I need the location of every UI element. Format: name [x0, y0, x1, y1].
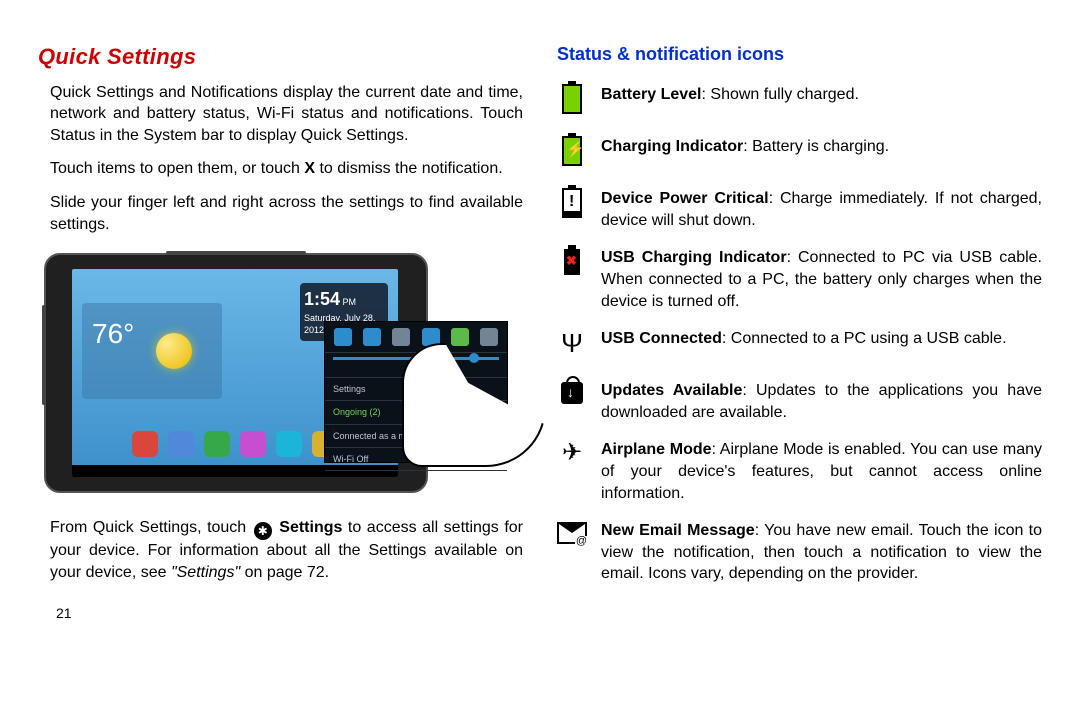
qs-p4-a: From Quick Settings, touch: [50, 519, 252, 536]
gear-icon: ✱: [254, 522, 272, 540]
status-icon-row: New Email Message: You have new email. T…: [557, 520, 1042, 585]
icon-text: : Battery is charging.: [743, 138, 889, 155]
heading-status-icons: Status & notification icons: [557, 42, 1042, 66]
status-icon-list: Battery Level: Shown fully charged. Char…: [557, 84, 1042, 585]
status-icon-row: ! Device Power Critical: Charge immediat…: [557, 188, 1042, 231]
battery-full-icon: [557, 84, 587, 120]
qs-p2-c: to dismiss the notification.: [315, 160, 503, 177]
dock-icon: [132, 431, 158, 457]
icon-label: Battery Level: [601, 86, 702, 103]
status-icon-row: Ψ USB Connected: Connected to a PC using…: [557, 328, 1042, 364]
status-icon-desc: USB Connected: Connected to a PC using a…: [601, 328, 1042, 350]
status-icon-desc: Airplane Mode: Airplane Mode is enabled.…: [601, 439, 1042, 504]
clock-time: 1:54: [304, 289, 340, 309]
icon-label: Charging Indicator: [601, 138, 743, 155]
usb-icon: Ψ: [557, 328, 587, 364]
status-icon-desc: Battery Level: Shown fully charged.: [601, 84, 1042, 106]
tablet-figure: 1:54 PM Saturday, July 28, 2012: [44, 253, 464, 503]
status-icon-row: Updates Available: Updates to the applic…: [557, 380, 1042, 423]
battery-charging-icon: [557, 136, 587, 172]
icon-label: Device Power Critical: [601, 190, 769, 207]
updates-bag-icon: [557, 380, 587, 416]
dock-icon: [168, 431, 194, 457]
icon-label: USB Charging Indicator: [601, 249, 787, 266]
battery-critical-icon: !: [557, 188, 587, 224]
qs-paragraph-4: From Quick Settings, touch ✱ Settings to…: [50, 517, 523, 583]
dock-icon: [276, 431, 302, 457]
qs-p2-x: X: [304, 160, 315, 177]
qs-paragraph-3: Slide your finger left and right across …: [50, 192, 523, 235]
status-icon-desc: Charging Indicator: Battery is charging.: [601, 136, 1042, 158]
battery-usb-x-icon: [557, 247, 587, 283]
power-toggle-icon: [451, 328, 469, 346]
qs-p2-a: Touch items to open them, or touch: [50, 160, 304, 177]
heading-quick-settings: Quick Settings: [38, 42, 523, 72]
status-icon-row: ✈ Airplane Mode: Airplane Mode is enable…: [557, 439, 1042, 504]
qs-toggle-row: [325, 322, 507, 353]
clock-ampm: PM: [343, 297, 357, 307]
icon-text: : Shown fully charged.: [702, 86, 859, 103]
bluetooth-toggle-icon: [480, 328, 498, 346]
status-icon-desc: New Email Message: You have new email. T…: [601, 520, 1042, 585]
status-icon-row: Charging Indicator: Battery is charging.: [557, 136, 1042, 172]
status-icon-row: Battery Level: Shown fully charged.: [557, 84, 1042, 120]
qs-p4-settings: Settings: [279, 519, 342, 536]
status-icon-desc: Device Power Critical: Charge immediatel…: [601, 188, 1042, 231]
qs-paragraph-1: Quick Settings and Notifications display…: [50, 82, 523, 147]
left-column: Quick Settings Quick Settings and Notifi…: [38, 38, 523, 622]
status-icon-desc: USB Charging Indicator: Connected to PC …: [601, 247, 1042, 312]
status-icon-desc: Updates Available: Updates to the applic…: [601, 380, 1042, 423]
sun-icon: [156, 333, 192, 369]
airplane-icon: ✈: [557, 439, 587, 475]
page-number: 21: [56, 604, 523, 623]
manual-page: Quick Settings Quick Settings and Notifi…: [0, 0, 1080, 622]
qs-paragraph-2: Touch items to open them, or touch X to …: [50, 158, 523, 180]
icon-label: Airplane Mode: [601, 441, 712, 458]
dock-icon: [204, 431, 230, 457]
qs-p4-e: on page 72.: [240, 564, 329, 581]
sound-toggle-icon: [392, 328, 410, 346]
gps-toggle-icon: [363, 328, 381, 346]
icon-label: USB Connected: [601, 330, 722, 347]
weather-widget: [82, 303, 222, 399]
dock-icon: [240, 431, 266, 457]
icon-label: New Email Message: [601, 522, 755, 539]
status-icon-row: USB Charging Indicator: Connected to PC …: [557, 247, 1042, 312]
icon-label: Updates Available: [601, 382, 742, 399]
wifi-toggle-icon: [334, 328, 352, 346]
icon-text: : Connected to a PC using a USB cable.: [722, 330, 1007, 347]
qs-p4-ref: "Settings": [171, 564, 240, 581]
email-icon: [557, 520, 587, 556]
right-column: Status & notification icons Battery Leve…: [557, 38, 1042, 622]
